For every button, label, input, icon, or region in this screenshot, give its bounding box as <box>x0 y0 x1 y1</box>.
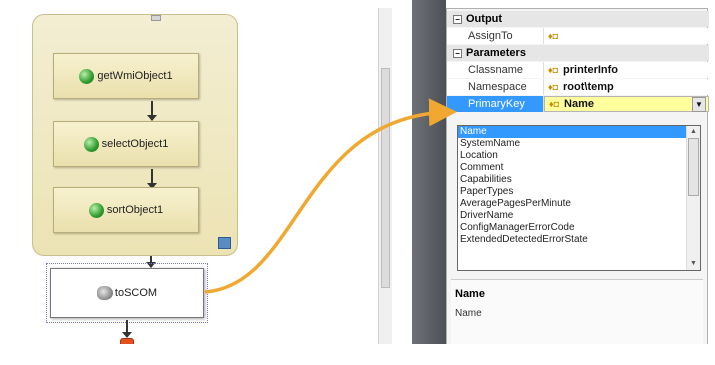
dropdown-option[interactable]: ConfigManagerErrorCode <box>458 222 688 234</box>
dropdown-option[interactable]: AveragePagesPerMinute <box>458 198 688 210</box>
scrollbar-thumb[interactable] <box>688 138 699 196</box>
activity-label: sortObject1 <box>106 204 164 216</box>
globe-icon <box>83 136 99 152</box>
scrollbar-thumb[interactable] <box>381 68 390 288</box>
sequence-variables-icon[interactable] <box>218 237 231 249</box>
binding-icon: ♦◘ <box>548 65 559 75</box>
flow-arrow <box>122 320 132 338</box>
workflow-canvas[interactable]: getWmiObject1 selectObject1 sortObject1 … <box>8 8 392 353</box>
property-value[interactable]: ♦◘ root\temp <box>544 79 709 95</box>
activity-sortobject[interactable]: sortObject1 <box>53 187 199 233</box>
dropdown-arrow-icon[interactable]: ▼ <box>692 97 706 112</box>
property-name: AssignTo <box>447 28 544 44</box>
category-parameters[interactable]: − Parameters <box>447 45 709 61</box>
property-value[interactable]: ♦◘ printerInfo <box>544 62 709 78</box>
dropdown-option[interactable]: DriverName <box>458 210 688 222</box>
sequence-entry-connector <box>151 15 161 21</box>
torn-edge <box>0 344 715 365</box>
dropdown-option[interactable]: Capabilities <box>458 174 688 186</box>
property-row-primarykey[interactable]: PrimaryKey ♦◘ Name ▼ <box>447 96 709 112</box>
property-name: Classname <box>447 62 544 78</box>
activity-label: toSCOM <box>114 287 158 299</box>
binding-icon: ♦◘ <box>548 31 559 41</box>
activity-toscom[interactable]: toSCOM <box>50 268 204 318</box>
dropdown-option[interactable]: SystemName <box>458 138 688 150</box>
globe-icon <box>88 202 104 218</box>
category-label: Output <box>466 13 503 25</box>
property-name: PrimaryKey <box>447 96 544 112</box>
activity-label: selectObject1 <box>101 138 169 150</box>
toolbox-strip <box>412 0 446 365</box>
flow-arrow <box>146 256 156 268</box>
dropdown-option[interactable]: ExtendedDetectedErrorState <box>458 234 688 246</box>
sequence-container[interactable]: getWmiObject1 selectObject1 sortObject1 <box>32 14 238 256</box>
description-text: Name <box>455 308 482 319</box>
activity-selectobject[interactable]: selectObject1 <box>53 121 199 167</box>
dropdown-option[interactable]: PaperTypes <box>458 186 688 198</box>
dropdown-scrollbar[interactable]: ▲ ▼ <box>686 126 700 270</box>
property-row-namespace[interactable]: Namespace ♦◘ root\temp <box>447 79 709 95</box>
globe-icon <box>79 68 95 84</box>
binding-icon: ♦◘ <box>549 99 560 109</box>
activity-label: getWmiObject1 <box>97 70 173 82</box>
collapse-icon[interactable]: − <box>453 14 462 24</box>
activity-getwmiobject[interactable]: getWmiObject1 <box>53 53 199 99</box>
scom-icon <box>96 286 113 300</box>
category-output[interactable]: − Output <box>447 11 709 27</box>
collapse-icon[interactable]: − <box>453 48 462 58</box>
property-value-editor[interactable]: ♦◘ Name ▼ <box>544 96 709 112</box>
scroll-down-icon[interactable]: ▼ <box>687 258 700 270</box>
description-panel: Name Name <box>451 279 703 351</box>
property-row-classname[interactable]: Classname ♦◘ printerInfo <box>447 62 709 78</box>
dropdown-option[interactable]: Name <box>458 126 688 138</box>
property-row-assignto[interactable]: AssignTo ♦◘ <box>447 28 709 44</box>
primarykey-dropdown-list[interactable]: Name SystemName Location Comment Capabil… <box>457 125 701 271</box>
flow-arrow <box>147 101 157 121</box>
scroll-up-icon[interactable]: ▲ <box>687 126 700 138</box>
canvas-scrollbar[interactable] <box>378 8 392 353</box>
description-title: Name <box>455 288 485 300</box>
property-value[interactable]: ♦◘ <box>544 28 709 44</box>
property-name: Namespace <box>447 79 544 95</box>
binding-icon: ♦◘ <box>548 82 559 92</box>
property-grid[interactable]: − Output AssignTo ♦◘ − Parameters Classn… <box>446 8 709 353</box>
flow-arrow <box>147 169 157 189</box>
dropdown-option[interactable]: Location <box>458 150 688 162</box>
category-label: Parameters <box>466 47 526 59</box>
dropdown-option[interactable]: Comment <box>458 162 688 174</box>
